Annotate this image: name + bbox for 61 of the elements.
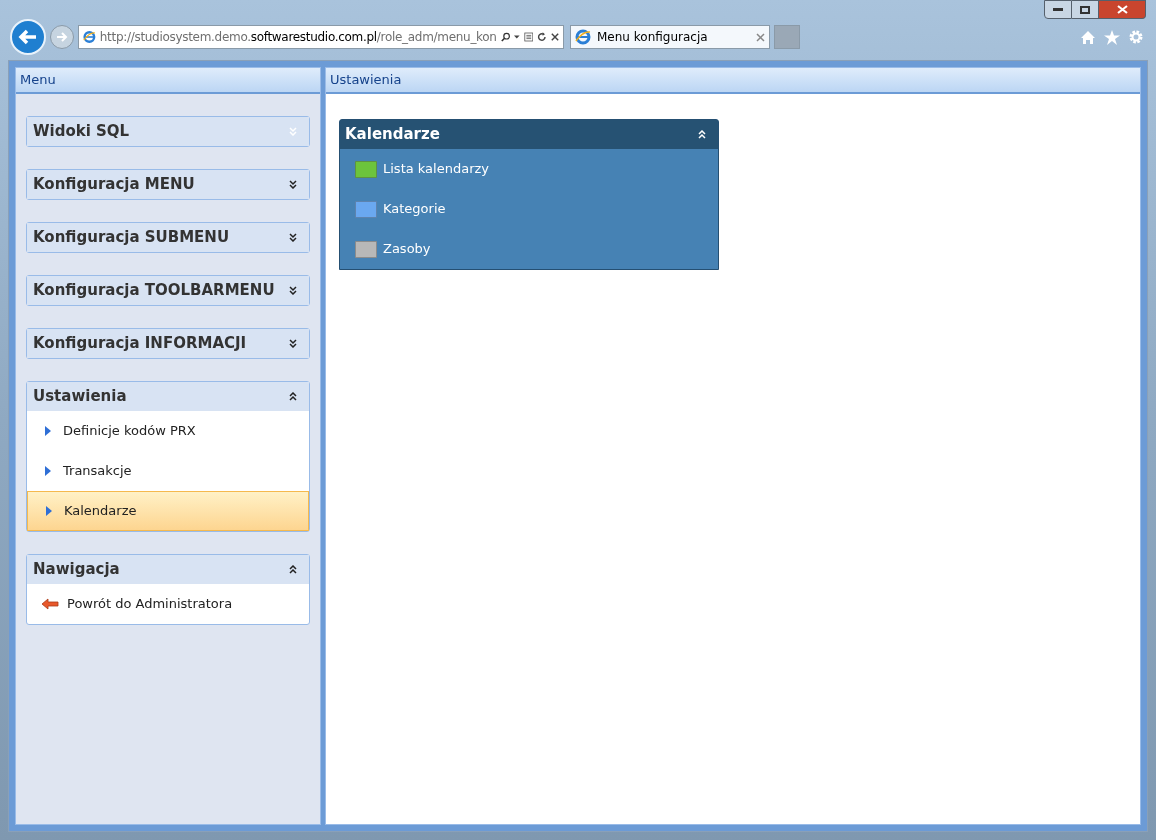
panel-header: Menu [16,68,320,94]
menu-item-label: Powrót do Administratora [67,595,233,614]
double-chevron-down-icon[interactable] [289,233,297,242]
section-title: Nawigacja [33,559,120,581]
folder-label: Kategorie [383,200,446,219]
forward-button[interactable] [50,25,74,49]
double-chevron-up-icon[interactable] [698,130,706,139]
section-title: Widoki SQL [33,121,130,143]
section-title: Ustawienia [33,386,127,408]
menu-item-label: Transakcje [63,462,132,481]
arrow-right-icon [56,32,68,42]
double-chevron-up-icon[interactable] [289,392,297,401]
search-icon[interactable] [500,31,511,43]
section-title: Konfiguracja SUBMENU [33,227,230,249]
menu-item[interactable]: Definicje kodów PRX [27,411,309,451]
section-header[interactable]: Konfiguracja INFORMACJI [27,329,309,358]
menu-item[interactable]: Powrót do Administratora [27,584,309,624]
section-title: Konfiguracja TOOLBARMENU [33,280,275,302]
folder-item[interactable]: Zasoby [340,229,718,269]
menu-item-label: Definicje kodów PRX [63,422,196,441]
panel-header: Ustawienia [326,68,1140,94]
panel-title: Kalendarze [345,124,440,146]
section-title: Konfiguracja MENU [33,174,195,196]
close-icon[interactable] [756,32,765,42]
address-bar[interactable]: http://studiosystem.demo.softwarestudio.com.pl/role_adm/menu_kon [78,25,564,49]
panel-title-bar[interactable]: Kalendarze [340,120,718,149]
section-title: Konfiguracja INFORMACJI [33,333,247,355]
arrow-left-icon [41,598,59,610]
browser-logo-icon [575,29,591,45]
dropdown-arrow-icon[interactable] [514,35,520,39]
section-header[interactable]: Konfiguracja MENU [27,170,309,199]
browser-tab[interactable]: Menu konfiguracja [570,25,770,49]
tab-title: Menu konfiguracja [597,29,709,46]
folder-label: Zasoby [383,240,431,259]
double-chevron-down-icon[interactable] [289,339,297,348]
back-button[interactable] [10,19,46,55]
stop-icon[interactable] [551,32,559,42]
refresh-icon[interactable] [537,31,548,43]
menu-item-label: Kalendarze [64,502,137,521]
maximize-button[interactable] [1072,0,1099,19]
section-header[interactable]: Konfiguracja SUBMENU [27,223,309,252]
double-chevron-up-icon[interactable] [289,565,297,574]
section-header[interactable]: Konfiguracja TOOLBARMENU [27,276,309,305]
browser-logo-icon [83,29,96,45]
section-header[interactable]: Widoki SQL [27,117,309,146]
minimize-button[interactable] [1044,0,1072,19]
folder-item[interactable]: Kategorie [340,189,718,229]
compatibility-icon[interactable] [523,31,534,43]
section-header[interactable]: Nawigacja [27,555,309,584]
menu-item[interactable]: Transakcje [27,451,309,491]
double-chevron-down-icon[interactable] [289,286,297,295]
folder-label: Lista kalendarzy [383,160,490,179]
close-icon [1116,5,1128,14]
section-header[interactable]: Ustawienia [27,382,309,411]
star-icon[interactable] [1104,29,1120,45]
close-button[interactable] [1099,0,1146,19]
url-text: http://studiosystem.demo.softwarestudio.com.pl/role_adm/menu_kon [99,29,497,46]
folder-item[interactable]: Lista kalendarzy [340,149,718,189]
double-chevron-down-icon[interactable] [289,180,297,189]
arrow-left-icon [18,29,38,45]
menu-item[interactable]: Kalendarze [27,491,309,531]
